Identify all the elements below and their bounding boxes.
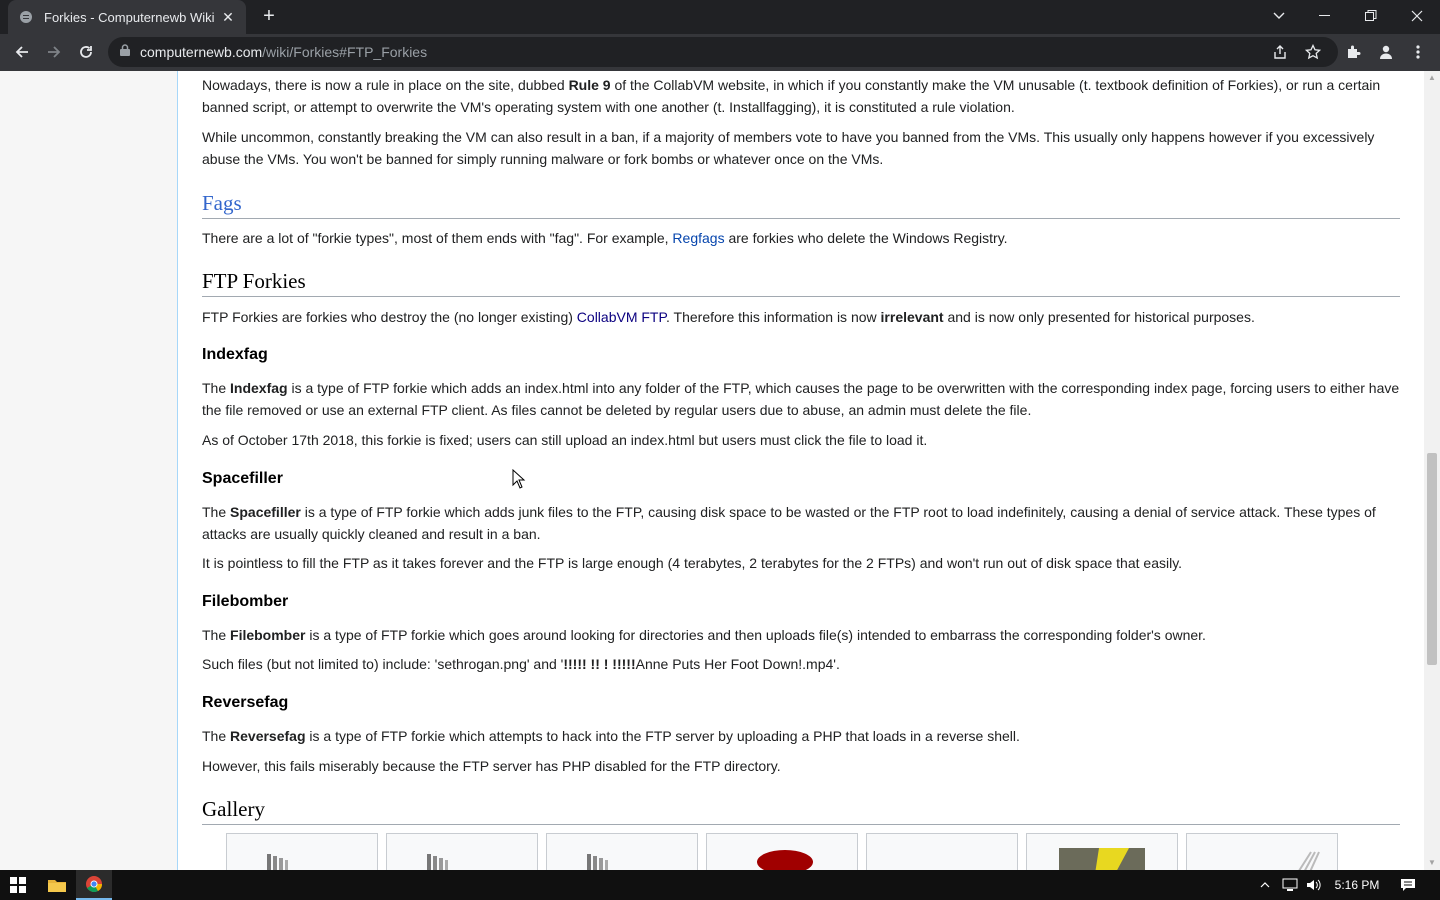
gallery-thumbnail[interactable]: [1186, 833, 1338, 870]
paragraph-reversefag: The Reversefag is a type of FTP forkie w…: [202, 728, 1020, 744]
share-icon[interactable]: [1272, 44, 1288, 60]
address-bar[interactable]: computernewb.com/wiki/Forkies#FTP_Forkie…: [108, 37, 1338, 67]
scroll-down-arrow-icon[interactable]: ▼: [1424, 856, 1440, 870]
paragraph-spacefiller: The Spacefiller is a type of FTP forkie …: [202, 504, 1376, 542]
gallery-thumbnail[interactable]: [1026, 833, 1178, 870]
paragraph-filebomber-files: Such files (but not limited to) include:…: [202, 656, 840, 672]
menu-kebab-icon[interactable]: [1404, 38, 1432, 66]
lock-icon[interactable]: [120, 43, 130, 61]
tab-search-button[interactable]: [1264, 0, 1294, 32]
file-explorer-icon[interactable]: [40, 870, 74, 900]
collabvm-ftp-link[interactable]: CollabVM FTP: [577, 309, 666, 325]
network-icon[interactable]: [1280, 870, 1300, 900]
gallery-thumbnail[interactable]: [866, 833, 1018, 870]
back-button[interactable]: [8, 38, 36, 66]
heading-filebomber: Filebomber: [202, 593, 289, 610]
paragraph-ban: While uncommon, constantly breaking the …: [202, 129, 1375, 167]
start-button[interactable]: [0, 870, 36, 900]
heading-gallery: Gallery: [202, 797, 1400, 825]
browser-tab[interactable]: Forkies - Computernewb Wiki ✕: [8, 0, 246, 34]
tab-close-icon[interactable]: ✕: [220, 9, 236, 26]
gallery-thumbnail[interactable]: [386, 833, 538, 870]
regfags-link[interactable]: Regfags: [672, 230, 724, 246]
heading-spacefiller: Spacefiller: [202, 470, 283, 487]
heading-ftp-forkies: FTP Forkies: [202, 269, 1400, 297]
tab-title: Forkies - Computernewb Wiki: [44, 9, 215, 25]
article-content: Nowadays, there is now a rule in place o…: [177, 71, 1424, 870]
paragraph-filebomber: The Filebomber is a type of FTP forkie w…: [202, 627, 1206, 643]
taskbar-clock[interactable]: 5:16 PM: [1330, 870, 1384, 900]
gallery-thumbnail[interactable]: [226, 833, 378, 870]
page-scrollbar[interactable]: ▲ ▼: [1424, 71, 1440, 870]
scroll-up-arrow-icon[interactable]: ▲: [1424, 71, 1440, 85]
paragraph-indexfag-fixed: As of October 17th 2018, this forkie is …: [202, 432, 928, 448]
heading-indexfag: Indexfag: [202, 346, 268, 363]
forward-button[interactable]: [40, 38, 68, 66]
extensions-icon[interactable]: [1340, 38, 1368, 66]
paragraph-spacefiller-pointless: It is pointless to fill the FTP as it ta…: [202, 555, 1183, 571]
chrome-taskbar-icon[interactable]: [76, 870, 112, 900]
windows-taskbar: 5:16 PM: [0, 870, 1440, 900]
paragraph-rule9: Nowadays, there is now a rule in place o…: [202, 77, 1381, 115]
close-window-button[interactable]: [1394, 0, 1440, 32]
bookmark-star-icon[interactable]: [1304, 43, 1322, 60]
paragraph-ftp-forkies: FTP Forkies are forkies who destroy the …: [202, 309, 1255, 325]
gallery-thumbnail[interactable]: [706, 833, 858, 870]
tray-chevron-icon[interactable]: [1256, 870, 1274, 900]
url-text[interactable]: computernewb.com/wiki/Forkies#FTP_Forkie…: [140, 44, 427, 60]
mouse-cursor-icon: [512, 468, 526, 489]
reload-button[interactable]: [72, 38, 100, 66]
tab-strip: Forkies - Computernewb Wiki ✕ +: [0, 0, 1440, 34]
paragraph-indexfag: The Indexfag is a type of FTP forkie whi…: [202, 380, 1400, 418]
scroll-thumb[interactable]: [1427, 453, 1437, 665]
web-page: Nowadays, there is now a rule in place o…: [0, 71, 1424, 870]
gallery-thumbnail[interactable]: [546, 833, 698, 870]
restore-button[interactable]: [1348, 0, 1394, 32]
paragraph-fags: There are a lot of "forkie types", most …: [202, 230, 1008, 246]
heading-fags: Fags: [202, 191, 1400, 219]
heading-reversefag: Reversefag: [202, 694, 289, 711]
notification-center-icon[interactable]: [1394, 870, 1422, 900]
profile-icon[interactable]: [1372, 38, 1400, 66]
wiki-favicon-icon: [18, 9, 34, 25]
browser-toolbar: computernewb.com/wiki/Forkies#FTP_Forkie…: [0, 34, 1440, 71]
gallery-strip: [226, 833, 1338, 870]
new-tab-button[interactable]: +: [256, 5, 282, 29]
volume-icon[interactable]: [1304, 870, 1324, 900]
paragraph-reversefag-fails: However, this fails miserably because th…: [202, 758, 781, 774]
minimize-button[interactable]: [1302, 0, 1348, 32]
